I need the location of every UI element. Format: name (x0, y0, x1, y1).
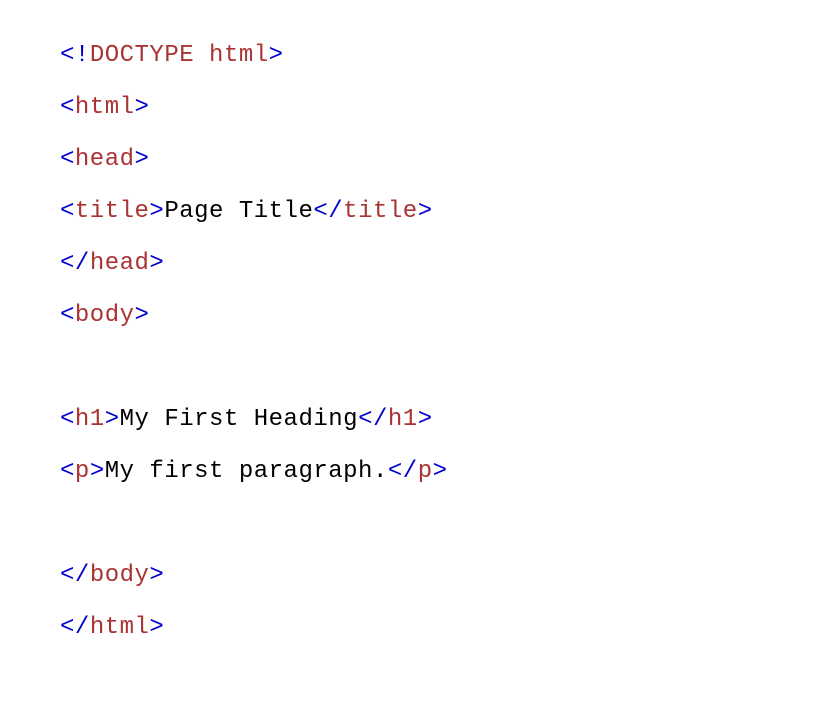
code-line-body-open: <body> (60, 290, 834, 342)
tag-p-close: p (418, 458, 433, 485)
bracket-close: > (135, 94, 150, 121)
code-block: <!DOCTYPE html> <html> <head> <title>Pag… (60, 30, 834, 654)
bracket-open: </ (60, 614, 90, 641)
blank-line (60, 498, 834, 550)
code-line-p: <p>My first paragraph.</p> (60, 446, 834, 498)
bracket-open: < (60, 198, 75, 225)
space (194, 42, 209, 69)
bracket-close: > (149, 562, 164, 589)
bracket-close: > (433, 458, 448, 485)
bracket-close: > (149, 250, 164, 277)
tag-p: p (75, 458, 90, 485)
tag-html-close: html (90, 614, 150, 641)
bracket-open: < (60, 458, 75, 485)
code-line-html-open: <html> (60, 82, 834, 134)
title-text: Page Title (164, 198, 313, 225)
bracket-open: <! (60, 42, 90, 69)
bracket-open: </ (60, 250, 90, 277)
bracket-open: </ (388, 458, 418, 485)
tag-h1-close: h1 (388, 406, 418, 433)
bracket-close: > (149, 614, 164, 641)
code-line-html-close: </html> (60, 602, 834, 654)
tag-head: head (75, 146, 135, 173)
h1-text: My First Heading (120, 406, 358, 433)
code-line-body-close: </body> (60, 550, 834, 602)
bracket-close: > (90, 458, 105, 485)
bracket-open: < (60, 146, 75, 173)
code-line-title: <title>Page Title</title> (60, 186, 834, 238)
tag-body-close: body (90, 562, 150, 589)
code-line-head-open: <head> (60, 134, 834, 186)
bracket-open: < (60, 94, 75, 121)
bracket-close: > (105, 406, 120, 433)
code-line-head-close: </head> (60, 238, 834, 290)
tag-head-close: head (90, 250, 150, 277)
bracket-close: > (135, 146, 150, 173)
bracket-open: < (60, 406, 75, 433)
bracket-close: > (418, 406, 433, 433)
bracket-open: </ (358, 406, 388, 433)
bracket-open: < (60, 302, 75, 329)
doctype-keyword: DOCTYPE (90, 42, 194, 69)
tag-title: title (75, 198, 150, 225)
code-line-h1: <h1>My First Heading</h1> (60, 394, 834, 446)
p-text: My first paragraph. (105, 458, 388, 485)
bracket-open: </ (313, 198, 343, 225)
bracket-close: > (135, 302, 150, 329)
code-line-doctype: <!DOCTYPE html> (60, 30, 834, 82)
doctype-html: html (209, 42, 269, 69)
bracket-close: > (269, 42, 284, 69)
tag-h1: h1 (75, 406, 105, 433)
tag-body: body (75, 302, 135, 329)
bracket-open: </ (60, 562, 90, 589)
bracket-close: > (418, 198, 433, 225)
tag-title-close: title (343, 198, 418, 225)
blank-line (60, 342, 834, 394)
tag-html: html (75, 94, 135, 121)
bracket-close: > (149, 198, 164, 225)
